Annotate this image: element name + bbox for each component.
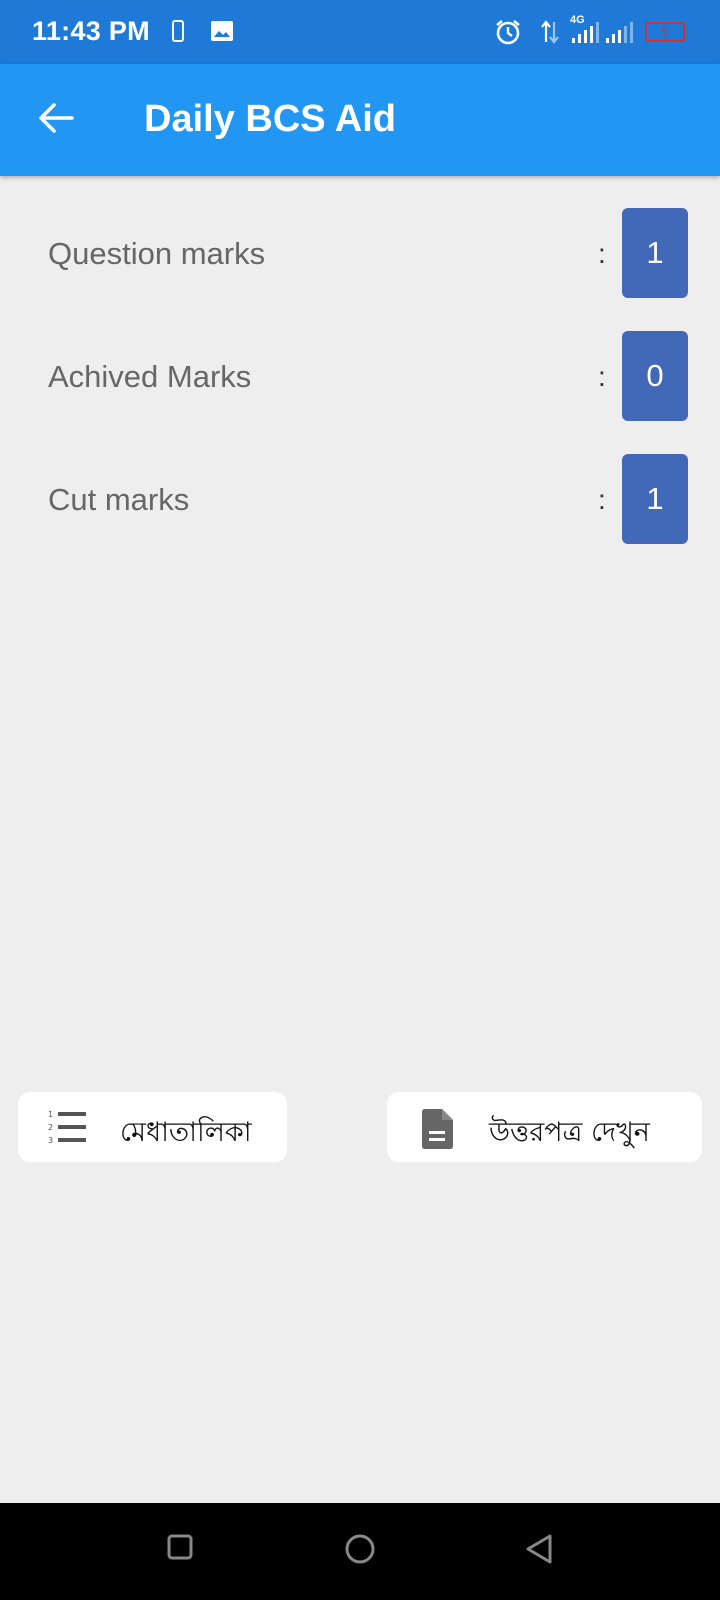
- svg-text:3: 3: [48, 1136, 53, 1145]
- image-icon: [210, 20, 234, 47]
- back-triangle-icon[interactable]: [524, 1533, 554, 1570]
- score-label: Cut marks: [48, 482, 190, 517]
- battery-icon: 5: [645, 22, 685, 42]
- signal-icon: [572, 22, 600, 49]
- merit-list-label: মেধাতালিকা: [120, 1117, 252, 1148]
- score-colon: :: [598, 484, 606, 515]
- score-row-cut-marks: Cut marks : 1: [0, 454, 720, 546]
- view-answer-sheet-button[interactable]: উত্তরপত্র দেখুন: [387, 1092, 702, 1162]
- score-label: Achived Marks: [48, 359, 252, 394]
- status-bar: 11:43 PM 4G 5: [0, 0, 720, 64]
- recents-square-icon[interactable]: [166, 1533, 194, 1566]
- score-value-badge: 1: [622, 208, 688, 298]
- status-time: 11:43 PM: [32, 16, 150, 46]
- merit-list-button[interactable]: 1 2 3 মেধাতালিকা: [18, 1092, 287, 1162]
- svg-text:1: 1: [48, 1110, 53, 1119]
- view-answer-sheet-label: উত্তরপত্র দেখুন: [489, 1117, 650, 1148]
- data-arrows-icon: [540, 20, 560, 50]
- score-colon: :: [598, 238, 606, 269]
- numbered-list-icon: 1 2 3: [48, 1109, 88, 1150]
- document-icon: [421, 1109, 453, 1154]
- score-row-question-marks: Question marks : 1: [0, 208, 720, 300]
- score-label: Question marks: [48, 236, 266, 271]
- system-navigation-bar: [0, 1503, 720, 1600]
- back-button[interactable]: [30, 94, 82, 146]
- score-row-achieved-marks: Achived Marks : 0: [0, 331, 720, 423]
- phone-outline-icon: [172, 20, 184, 42]
- score-value-badge: 0: [622, 331, 688, 421]
- alarm-icon: [494, 19, 522, 50]
- home-circle-icon[interactable]: [344, 1533, 376, 1570]
- app-bar: Daily BCS Aid: [0, 64, 720, 176]
- svg-text:2: 2: [48, 1123, 53, 1132]
- score-value-badge: 1: [622, 454, 688, 544]
- arrow-back-icon: [38, 102, 74, 139]
- score-colon: :: [598, 361, 606, 392]
- signal-icon: [606, 22, 636, 49]
- page-title: Daily BCS Aid: [144, 98, 396, 140]
